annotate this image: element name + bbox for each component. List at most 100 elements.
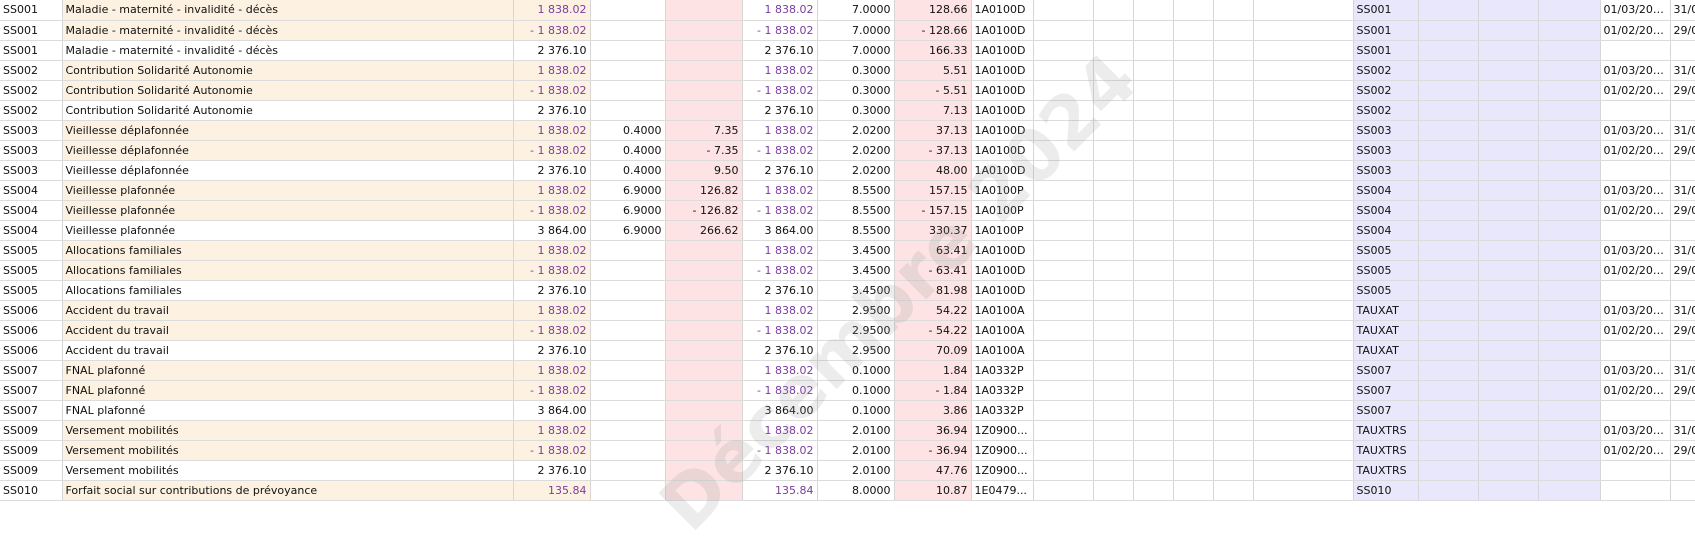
cell-cpt[interactable]: 1A0100A xyxy=(971,320,1034,341)
table-row[interactable]: SS005 Allocations familiales 2 376.10 2 376… xyxy=(0,280,1695,301)
table-row[interactable]: SS005 Allocations familiales - 1 838.02- 1… xyxy=(0,260,1695,281)
cell-empty[interactable] xyxy=(1253,60,1354,81)
cell-d1[interactable]: 01/03/2024 xyxy=(1600,360,1671,381)
cell-base[interactable]: 135.84 xyxy=(513,480,591,501)
cell-tx-sal[interactable]: 6.9000 xyxy=(590,220,666,241)
cell-empty[interactable] xyxy=(1418,20,1479,41)
cell-empty[interactable] xyxy=(1538,440,1601,461)
cell-empty[interactable] xyxy=(1093,420,1134,441)
cell-label[interactable]: Vieillesse plafonnée xyxy=(62,200,514,221)
cell-empty[interactable] xyxy=(1033,380,1094,401)
cell-code2[interactable]: TAUXTRS xyxy=(1353,460,1419,481)
cell-tx-sal[interactable]: 0.4000 xyxy=(590,160,666,181)
cell-empty[interactable] xyxy=(1133,80,1174,101)
cell-label[interactable]: Accident du travail xyxy=(62,340,514,361)
cell-mt-sal[interactable] xyxy=(665,380,743,401)
cell-mt-sal[interactable] xyxy=(665,0,743,21)
table-row[interactable]: SS001 Maladie - maternité - invalidité - … xyxy=(0,40,1695,61)
table-row[interactable]: SS004 Vieillesse plafonnée 3 864.00 6.9000 2… xyxy=(0,220,1695,241)
cell-code2[interactable]: TAUXTRS xyxy=(1353,440,1419,461)
cell-empty[interactable] xyxy=(1418,380,1479,401)
cell-empty[interactable] xyxy=(1133,140,1174,161)
cell-code[interactable]: SS004 xyxy=(0,220,63,241)
cell-code2[interactable]: SS004 xyxy=(1353,200,1419,221)
cell-code2[interactable]: TAUXTRS xyxy=(1353,420,1419,441)
cell-empty[interactable] xyxy=(1133,100,1174,121)
cell-mt-pat[interactable]: 48.00 xyxy=(894,160,972,181)
cell-empty[interactable] xyxy=(1213,160,1254,181)
cell-label[interactable]: Accident du travail xyxy=(62,320,514,341)
cell-empty[interactable] xyxy=(1213,480,1254,501)
cell-mt-sal[interactable] xyxy=(665,240,743,261)
cell-base[interactable]: 2 376.10 xyxy=(513,340,591,361)
cell-empty[interactable] xyxy=(1173,440,1214,461)
cell-d2[interactable]: 29/02/2024 xyxy=(1670,440,1695,461)
cell-label[interactable]: Versement mobilités xyxy=(62,440,514,461)
cell-empty[interactable] xyxy=(1418,140,1479,161)
cell-mt-pat[interactable]: 7.13 xyxy=(894,100,972,121)
cell-empty[interactable] xyxy=(1418,360,1479,381)
cell-tx-sal[interactable] xyxy=(590,400,666,421)
cell-empty[interactable] xyxy=(1093,280,1134,301)
cell-code[interactable]: SS004 xyxy=(0,200,63,221)
cell-empty[interactable] xyxy=(1173,60,1214,81)
cell-tx-sal[interactable] xyxy=(590,0,666,21)
cell-empty[interactable] xyxy=(1418,340,1479,361)
cell-empty[interactable] xyxy=(1538,0,1601,21)
cell-empty[interactable] xyxy=(1133,340,1174,361)
cell-empty[interactable] xyxy=(1213,380,1254,401)
cell-d2[interactable]: 31/03/2024 xyxy=(1670,120,1695,141)
cell-empty[interactable] xyxy=(1093,340,1134,361)
cell-empty[interactable] xyxy=(1133,200,1174,221)
cell-base2[interactable]: - 1 838.02 xyxy=(742,320,818,341)
cell-base[interactable]: 2 376.10 xyxy=(513,100,591,121)
cell-empty[interactable] xyxy=(1033,460,1094,481)
cell-label[interactable]: Vieillesse déplafonnée xyxy=(62,120,514,141)
table-row[interactable]: SS007 FNAL plafonné 3 864.00 3 864.00 0.1000… xyxy=(0,400,1695,421)
cell-tx-pat[interactable]: 2.0200 xyxy=(817,120,895,141)
cell-base2[interactable]: 1 838.02 xyxy=(742,120,818,141)
cell-empty[interactable] xyxy=(1253,220,1354,241)
cell-empty[interactable] xyxy=(1033,140,1094,161)
cell-base[interactable]: 1 838.02 xyxy=(513,360,591,381)
cell-base2[interactable]: - 1 838.02 xyxy=(742,140,818,161)
cell-d1[interactable] xyxy=(1600,460,1671,481)
cell-empty[interactable] xyxy=(1478,280,1539,301)
cell-base[interactable]: 2 376.10 xyxy=(513,280,591,301)
cell-cpt[interactable]: 1A0332P xyxy=(971,360,1034,381)
cell-empty[interactable] xyxy=(1253,440,1354,461)
cell-mt-sal[interactable]: - 7.35 xyxy=(665,140,743,161)
cell-cpt[interactable]: 1A0100P xyxy=(971,200,1034,221)
cell-empty[interactable] xyxy=(1478,120,1539,141)
cell-code[interactable]: SS006 xyxy=(0,340,63,361)
cell-empty[interactable] xyxy=(1253,140,1354,161)
cell-d1[interactable]: 01/02/2024 xyxy=(1600,20,1671,41)
cell-code2[interactable]: TAUXAT xyxy=(1353,340,1419,361)
cell-code2[interactable]: SS001 xyxy=(1353,40,1419,61)
cell-empty[interactable] xyxy=(1253,400,1354,421)
cell-code[interactable]: SS006 xyxy=(0,300,63,321)
cell-mt-sal[interactable] xyxy=(665,360,743,381)
cell-label[interactable]: Contribution Solidarité Autonomie xyxy=(62,80,514,101)
cell-empty[interactable] xyxy=(1093,0,1134,21)
cell-empty[interactable] xyxy=(1033,260,1094,281)
cell-cpt[interactable]: 1A0100P xyxy=(971,220,1034,241)
cell-empty[interactable] xyxy=(1133,260,1174,281)
cell-code[interactable]: SS007 xyxy=(0,360,63,381)
cell-tx-pat[interactable]: 7.0000 xyxy=(817,0,895,21)
cell-empty[interactable] xyxy=(1253,420,1354,441)
cell-empty[interactable] xyxy=(1093,460,1134,481)
cell-d2[interactable] xyxy=(1670,460,1695,481)
cell-empty[interactable] xyxy=(1213,460,1254,481)
cell-empty[interactable] xyxy=(1093,160,1134,181)
cell-code[interactable]: SS002 xyxy=(0,80,63,101)
table-row[interactable]: SS001 Maladie - maternité - invalidité - … xyxy=(0,0,1695,21)
cell-empty[interactable] xyxy=(1033,80,1094,101)
cell-tx-sal[interactable] xyxy=(590,20,666,41)
cell-d1[interactable] xyxy=(1600,160,1671,181)
cell-empty[interactable] xyxy=(1093,300,1134,321)
cell-code[interactable]: SS002 xyxy=(0,100,63,121)
cell-empty[interactable] xyxy=(1478,0,1539,21)
cell-base[interactable]: - 1 838.02 xyxy=(513,80,591,101)
cell-base[interactable]: 1 838.02 xyxy=(513,60,591,81)
